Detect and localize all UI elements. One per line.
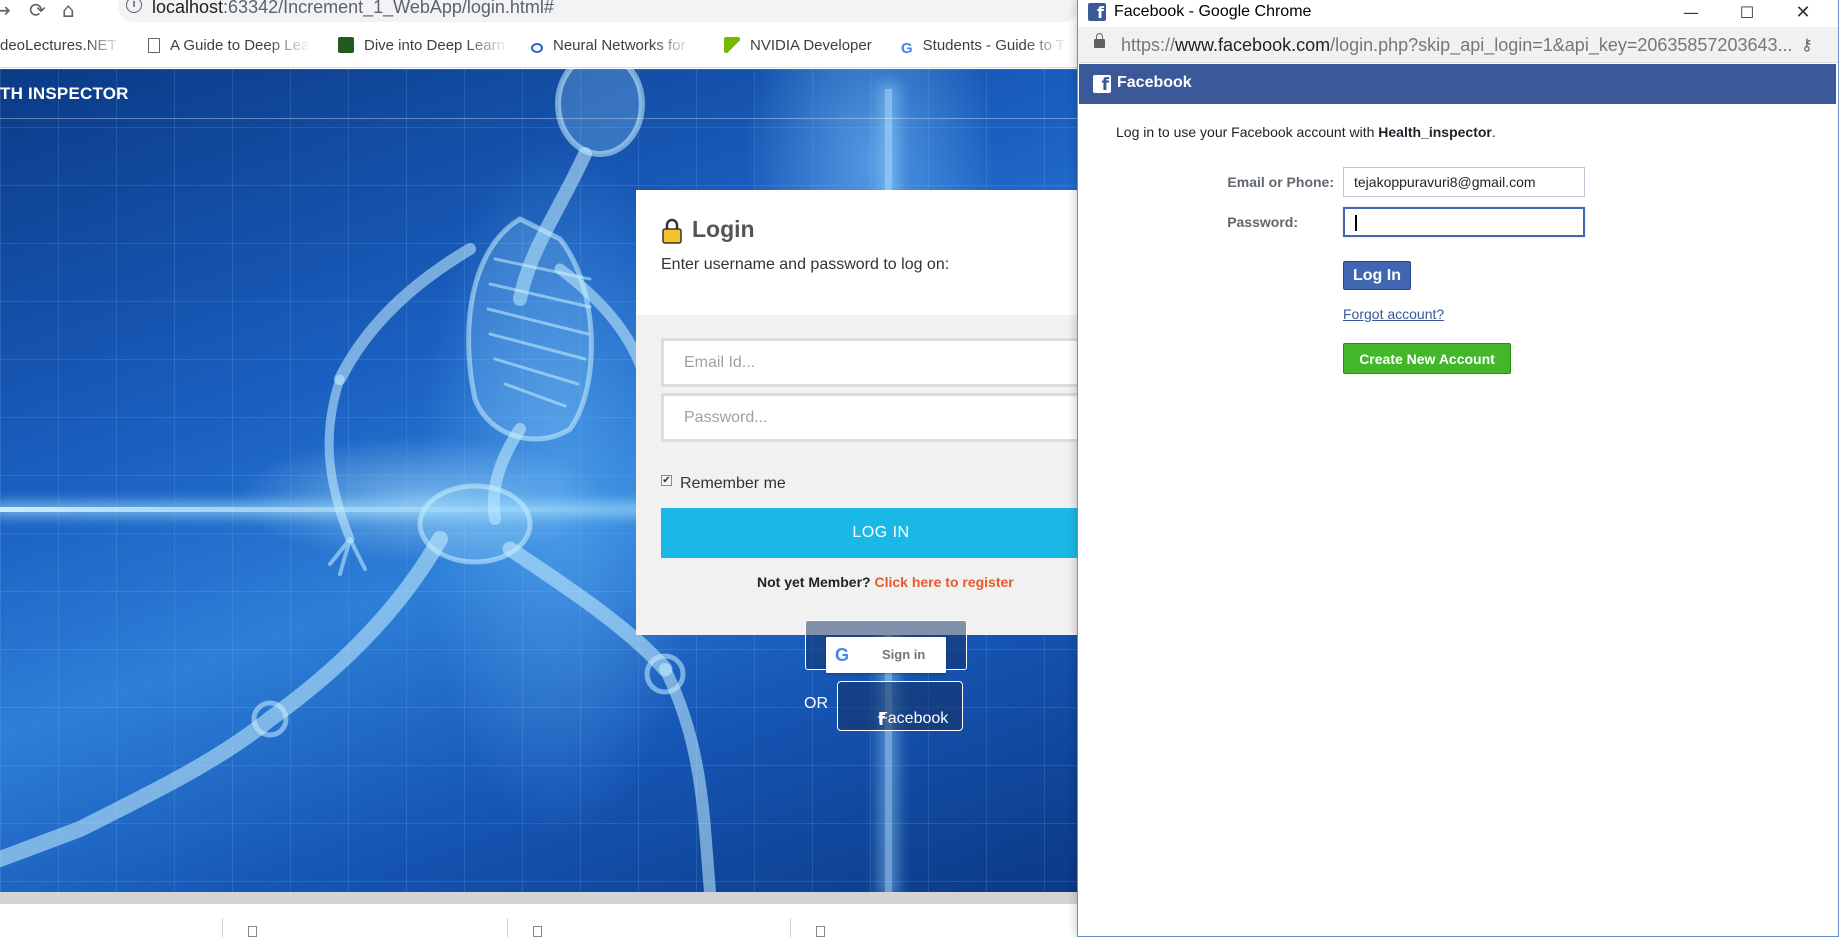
bookmark-label: A Guide to Deep Lear (170, 37, 315, 54)
facebook-password-label: Password: (1227, 214, 1298, 230)
facebook-password-input[interactable] (1343, 207, 1585, 237)
facebook-header: f Facebook (1079, 64, 1836, 104)
facebook-popup-window: f Facebook - Google Chrome — ☐ ✕ https:/… (1077, 0, 1839, 937)
bookmark-nvidia-developer[interactable]: NVIDIA Developer (724, 37, 894, 54)
popup-url-scheme: https:// (1121, 35, 1176, 55)
divider (790, 918, 791, 937)
facebook-login-button[interactable]: Log In (1343, 261, 1411, 290)
divider (507, 918, 508, 937)
google-icon: G (901, 40, 913, 57)
popup-address-bar[interactable]: https://www.facebook.com/login.php?skip_… (1078, 27, 1838, 63)
email-phone-label: Email or Phone: (1227, 174, 1334, 190)
url-host: localhost (152, 0, 224, 17)
bookmark-videolectures[interactable]: deoLectures.NET - (0, 37, 122, 54)
password-input[interactable] (661, 393, 1080, 442)
bookmark-label: Neural Networks for (553, 37, 686, 54)
bookmark-label: deoLectures.NET - (0, 37, 122, 54)
popup-url-host: www.facebook.com (1175, 35, 1331, 55)
facebook-intro-text: Log in to use your Facebook account with… (1116, 124, 1496, 140)
site-header: TH INSPECTOR (0, 69, 1080, 119)
login-card-header: Login Enter username and password to log… (636, 190, 1080, 315)
register-prompt: Not yet Member? (757, 574, 871, 590)
forward-arrow-icon[interactable]: → (0, 0, 11, 20)
popup-url[interactable]: https://www.facebook.com/login.php?skip_… (1121, 35, 1793, 56)
bookmark-guide-deep-learning[interactable]: A Guide to Deep Lear (148, 37, 318, 54)
site-brand-title: TH INSPECTOR (0, 84, 129, 103)
login-card: Login Enter username and password to log… (636, 190, 1080, 635)
nvidia-icon (724, 37, 740, 53)
login-title: Login (692, 216, 755, 242)
bookmark-students-guide[interactable]: G Students - Guide to T (901, 37, 1076, 57)
facebook-favicon-icon: f (1088, 3, 1106, 22)
infinity-icon (531, 43, 543, 53)
bookmark-label: NVIDIA Developer (750, 37, 872, 54)
maximize-icon[interactable]: ☐ (1719, 0, 1775, 27)
reload-icon[interactable]: ⟳ (29, 0, 46, 20)
key-icon[interactable]: ⚷ (1801, 35, 1813, 54)
forgot-account-link[interactable]: Forgot account? (1343, 306, 1444, 322)
create-account-button[interactable]: Create New Account (1343, 343, 1511, 374)
file-icon (816, 926, 825, 937)
google-signin-button[interactable]: G Sign in (826, 637, 946, 673)
home-icon[interactable]: ⌂ (62, 0, 75, 20)
email-input[interactable] (661, 338, 1080, 387)
popup-url-path: /login.php?skip_api_login=1&api_key=2063… (1330, 35, 1793, 55)
file-icon (533, 926, 542, 937)
bookmark-label: Students - Guide to T (922, 37, 1065, 54)
intro-prefix: Log in to use your Facebook account with (1116, 124, 1379, 140)
remember-me[interactable]: ✔ Remember me (661, 475, 786, 493)
remember-me-label: Remember me (680, 475, 786, 492)
close-icon[interactable]: ✕ (1775, 0, 1831, 27)
login-subtitle: Enter username and password to log on: (661, 256, 950, 273)
google-signin-label: Sign in (882, 647, 926, 662)
lock-icon (662, 218, 682, 244)
file-icon (248, 926, 257, 937)
intro-suffix: . (1491, 124, 1496, 140)
address-url[interactable]: localhost:63342/Increment_1_WebApp/login… (152, 0, 554, 18)
google-icon: G (835, 645, 850, 665)
bottom-scroll-area (0, 892, 1080, 937)
minimize-icon[interactable]: — (1663, 0, 1719, 27)
facebook-email-input[interactable] (1343, 167, 1585, 197)
d2l-icon (338, 37, 354, 53)
divider (222, 918, 223, 937)
bookmark-dive-into-deep-learning[interactable]: Dive into Deep Learn (338, 37, 513, 54)
intro-app-name: Health_inspector (1378, 124, 1492, 140)
google-signin-container: G Sign in (805, 620, 967, 673)
popup-title-bar[interactable]: f Facebook - Google Chrome — ☐ ✕ (1078, 0, 1838, 27)
text-caret (1355, 215, 1357, 231)
register-link[interactable]: Click here to register (874, 574, 1013, 590)
popup-window-title: Facebook - Google Chrome (1114, 3, 1312, 20)
facebook-header-title: Facebook (1117, 74, 1192, 91)
bookmark-neural-networks[interactable]: Neural Networks for (531, 37, 701, 54)
health-inspector-page: TH INSPECTOR Login Enter username and pa… (0, 69, 1080, 892)
lock-icon (1094, 33, 1105, 48)
or-separator: OR (804, 695, 828, 712)
login-button[interactable]: LOG IN (661, 508, 1080, 558)
login-form: ✔ Remember me LOG IN Not yet Member? Clic… (636, 315, 1080, 635)
facebook-login-button[interactable]: f Facebook (837, 681, 963, 731)
facebook-login-label: Facebook (878, 710, 949, 727)
bookmark-label: Dive into Deep Learn (364, 37, 505, 54)
facebook-logo-icon: f (1093, 75, 1111, 95)
url-path: :63342/Increment_1_WebApp/login.html# (223, 0, 554, 17)
remember-me-checkbox[interactable]: ✔ (661, 475, 672, 486)
document-icon (148, 38, 160, 53)
